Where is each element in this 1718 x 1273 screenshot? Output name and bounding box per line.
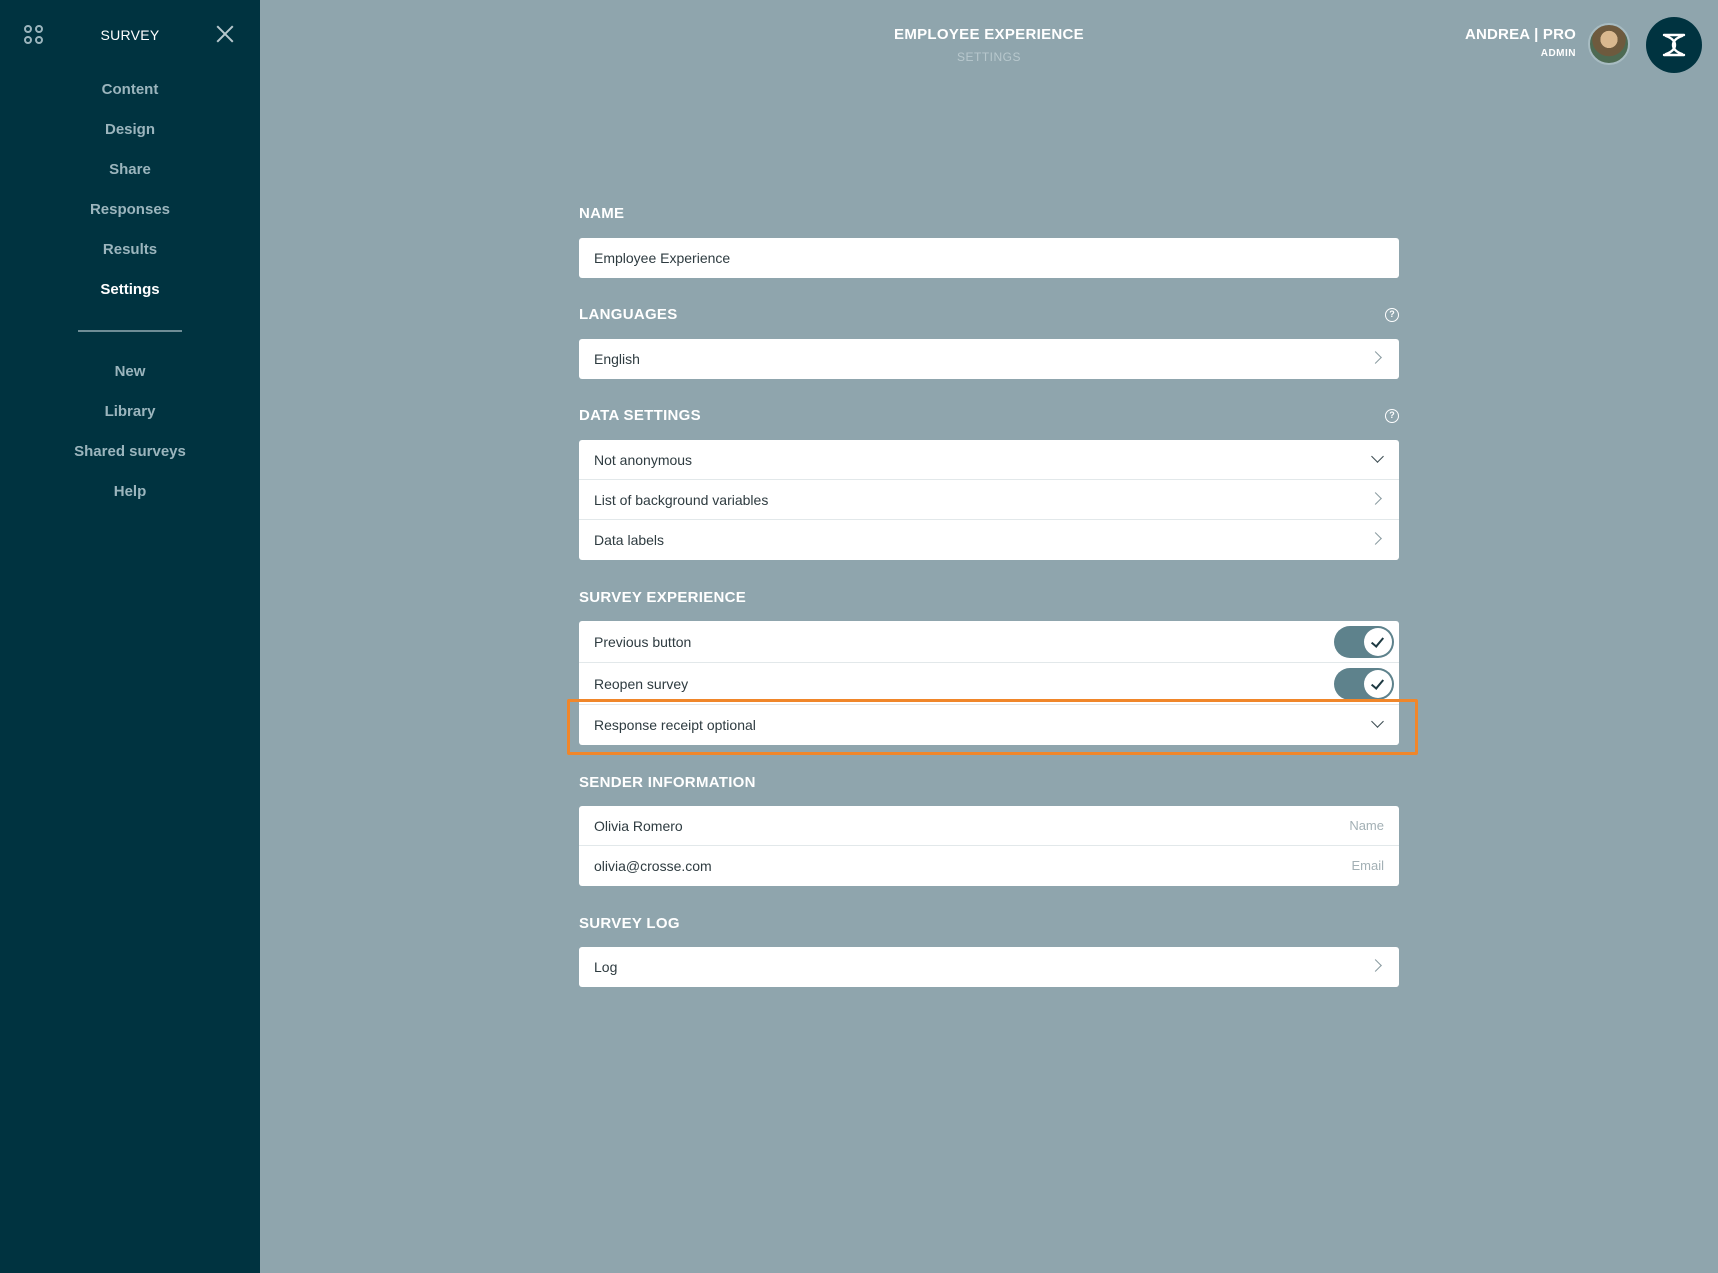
sidebar-item-new[interactable]: New	[0, 360, 260, 400]
check-icon	[1364, 628, 1392, 656]
check-icon	[1364, 670, 1392, 698]
section-label-languages: LANGUAGES	[579, 306, 678, 323]
previous-button-toggle[interactable]	[1334, 626, 1394, 658]
sender-name-hint: Name	[1349, 818, 1384, 833]
previous-button-row: Previous button	[579, 621, 1399, 663]
page-subtitle: SETTINGS	[956, 50, 1021, 64]
language-value: English	[594, 351, 640, 367]
background-variables-label: List of background variables	[594, 492, 769, 508]
sidebar-item-help[interactable]: Help	[0, 480, 260, 520]
sender-information-card: Olivia Romero Name olivia@crosse.com Ema…	[579, 806, 1399, 886]
sidebar-item-design[interactable]: Design	[0, 118, 260, 158]
sender-name-field[interactable]: Olivia Romero Name	[579, 806, 1399, 846]
section-label-data-settings: DATA SETTINGS	[579, 407, 701, 424]
sidebar-item-shared-surveys[interactable]: Shared surveys	[0, 440, 260, 480]
sender-name-value: Olivia Romero	[594, 818, 683, 834]
close-icon[interactable]	[215, 24, 235, 44]
chevron-right-icon	[1369, 532, 1382, 545]
sender-email-value: olivia@crosse.com	[594, 858, 712, 874]
help-circle-icon[interactable]: ?	[1385, 308, 1399, 322]
anonymity-select[interactable]: Not anonymous	[579, 440, 1399, 480]
name-field[interactable]: Employee Experience	[579, 238, 1399, 278]
sidebar-item-content[interactable]: Content	[0, 78, 260, 118]
survey-experience-card: Previous button Reopen survey Response r…	[579, 621, 1399, 745]
chevron-down-icon	[1371, 715, 1384, 728]
chevron-right-icon	[1369, 351, 1382, 364]
sidebar-item-results[interactable]: Results	[0, 238, 260, 278]
previous-button-label: Previous button	[594, 634, 692, 650]
user-role: ADMIN	[1540, 48, 1576, 59]
anonymity-value: Not anonymous	[594, 452, 693, 468]
sidebar-nav: Content Design Share Responses Results S…	[0, 78, 260, 520]
section-label-survey-experience: SURVEY EXPERIENCE	[579, 589, 747, 606]
reopen-survey-label: Reopen survey	[594, 676, 689, 692]
sidebar-item-settings[interactable]: Settings	[0, 278, 260, 318]
log-label: Log	[594, 959, 618, 975]
sidebar-item-responses[interactable]: Responses	[0, 198, 260, 238]
response-receipt-value: Response receipt optional	[594, 717, 756, 733]
help-circle-icon[interactable]: ?	[1385, 409, 1399, 423]
languages-row[interactable]: English	[579, 339, 1399, 379]
name-card: Employee Experience	[579, 238, 1399, 278]
languages-card: English	[579, 339, 1399, 379]
reopen-survey-toggle[interactable]	[1334, 668, 1394, 700]
section-label-sender-information: SENDER INFORMATION	[579, 774, 756, 791]
response-receipt-select[interactable]: Response receipt optional	[579, 705, 1399, 745]
data-labels-label: Data labels	[594, 532, 665, 548]
sender-email-hint: Email	[1351, 858, 1384, 873]
user-name[interactable]: ANDREA | PRO	[1465, 26, 1576, 43]
sidebar-item-share[interactable]: Share	[0, 158, 260, 198]
reopen-survey-row: Reopen survey	[579, 663, 1399, 705]
page-header: EMPLOYEE EXPERIENCE SETTINGS	[760, 0, 1218, 80]
chevron-down-icon	[1371, 450, 1384, 463]
sidebar-divider	[78, 330, 182, 332]
name-value: Employee Experience	[594, 250, 731, 266]
avatar[interactable]	[1588, 23, 1630, 65]
sender-email-field[interactable]: olivia@crosse.com Email	[579, 846, 1399, 886]
sidebar: SURVEY Content Design Share Responses Re…	[0, 0, 260, 1273]
page-title: EMPLOYEE EXPERIENCE	[894, 26, 1084, 43]
background-variables-row[interactable]: List of background variables	[579, 480, 1399, 520]
chevron-right-icon	[1369, 959, 1382, 972]
sidebar-item-library[interactable]: Library	[0, 400, 260, 440]
data-labels-row[interactable]: Data labels	[579, 520, 1399, 560]
section-label-name: NAME	[579, 205, 625, 222]
chevron-right-icon	[1369, 492, 1382, 505]
data-settings-card: Not anonymous List of background variabl…	[579, 440, 1399, 560]
brand-logo-icon[interactable]	[1646, 17, 1702, 73]
log-row[interactable]: Log	[579, 947, 1399, 987]
survey-log-card: Log	[579, 947, 1399, 987]
section-label-survey-log: SURVEY LOG	[579, 915, 680, 932]
